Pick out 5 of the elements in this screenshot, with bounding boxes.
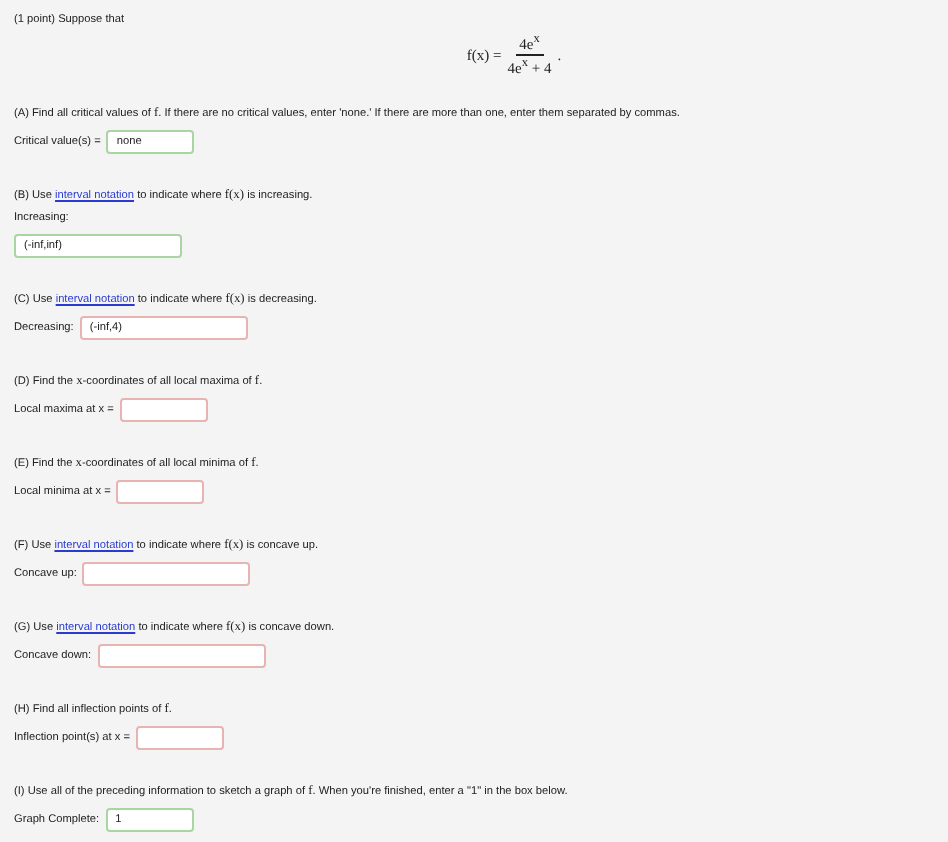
answer-field[interactable] bbox=[82, 562, 251, 586]
answer-field[interactable] bbox=[119, 398, 208, 422]
answer-field[interactable] bbox=[97, 644, 266, 668]
answer-field[interactable] bbox=[136, 726, 224, 750]
answer-field[interactable] bbox=[116, 480, 205, 504]
